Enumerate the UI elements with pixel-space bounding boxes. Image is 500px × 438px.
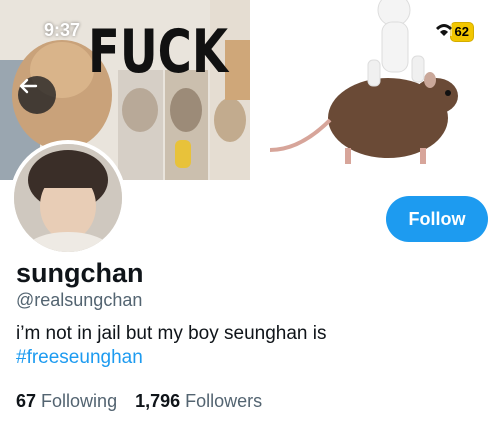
followers-label: Followers [185, 391, 263, 411]
avatar-image [14, 144, 122, 252]
back-button[interactable] [18, 76, 56, 114]
follow-button[interactable]: Follow [386, 196, 488, 242]
status-time: 9:37 [44, 20, 81, 40]
status-icons: 62 [433, 22, 474, 42]
display-name: sungchan [16, 258, 144, 288]
user-handle: @realsungchan [16, 290, 143, 310]
followers-link[interactable]: 1,796 Followers [135, 391, 262, 412]
followers-count: 1,796 [135, 391, 181, 411]
avatar[interactable] [10, 140, 126, 256]
following-count: 67 [16, 391, 37, 411]
following-link[interactable]: 67 Following [16, 391, 117, 412]
bio-hashtag-link[interactable]: #freeseunghan [16, 346, 143, 370]
follow-stats: 67 Following 1,796 Followers [16, 391, 262, 412]
banner-caption: FUCK [88, 17, 230, 87]
bio-text: i’m not in jail but my boy seunghan is [16, 323, 327, 344]
following-label: Following [41, 391, 118, 411]
